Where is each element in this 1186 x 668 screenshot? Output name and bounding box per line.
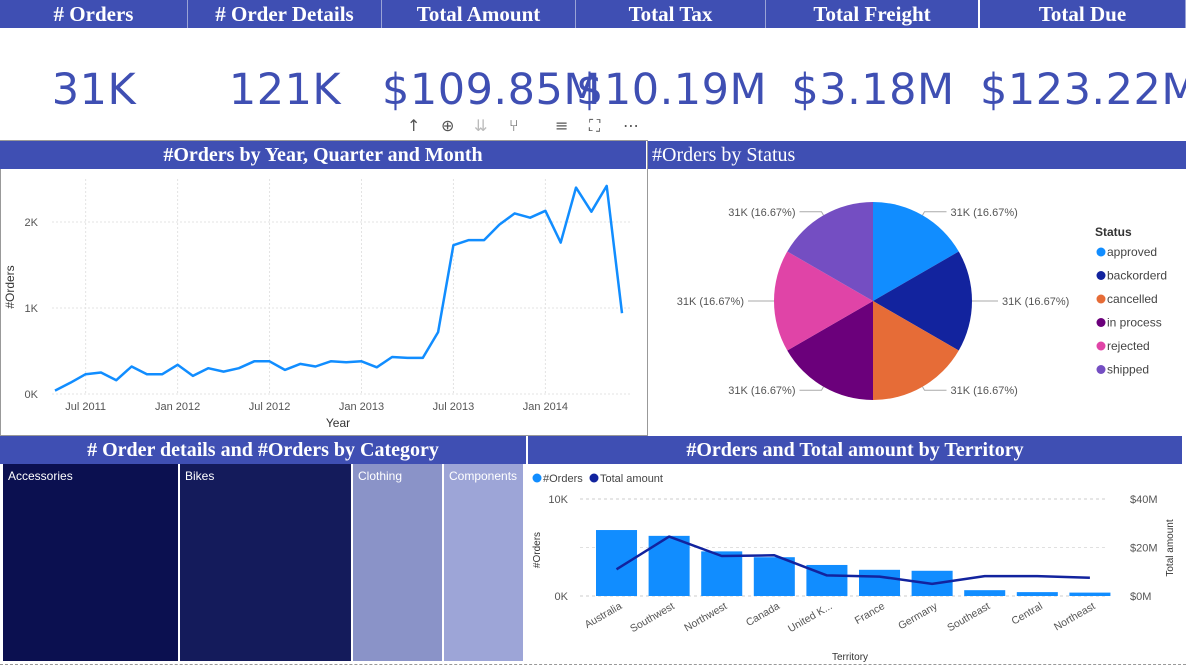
y-tick-label: 10K [548,494,568,506]
more-options-icon[interactable]: ⋯ [623,116,639,135]
pie-leader-line [799,386,824,391]
treemap-title: # Order details and #Orders by Category [0,436,526,464]
legend-marker-total-amount [589,473,599,483]
y2-tick-label: $20M [1130,543,1158,555]
kpi-value-order-details: 121K [228,65,342,115]
pie-leader-line [799,211,824,216]
bar-5 [859,569,901,596]
x-tick-label: Central [1009,600,1044,627]
y2-tick-label: $0M [1130,591,1151,603]
x-tick-label: Germany [896,600,940,632]
x-axis-title: Territory [832,652,868,663]
filter-icon[interactable]: ≡ [555,116,568,135]
pie-leader-line [922,211,947,216]
focus-mode-icon[interactable]: ⛶ [589,116,600,136]
pie-legend-label: in process [1107,316,1162,330]
bar-7 [964,590,1006,596]
kpi-value-total-freight: $3.18M [791,65,955,115]
pie-data-label: 31K (16.67%) [677,296,744,308]
pie-data-label: 31K (16.67%) [951,207,1018,219]
x-axis-title: Year [326,416,350,430]
combo-chart: #Orders Total amount 0K 10K $0M $20M $40M #Orde… [532,473,1176,663]
pie-legend-label: cancelled [1107,292,1158,306]
x-tick-label: Southwest [628,600,677,635]
x-tick-label: France [853,600,887,627]
drill-down-icon[interactable]: ⊕ [441,116,454,135]
pie-legend-label: approved [1107,245,1157,259]
y-tick-label: 2K [25,217,39,229]
orders-series-line [54,184,624,392]
kpi-label-total-freight: Total Freight [766,0,980,28]
pie-chart-title: #Orders by Status [648,141,1186,169]
pie-legend-marker [1096,318,1106,327]
pie-data-label: 31K (16.67%) [728,385,795,397]
pie-legend-marker [1096,341,1106,351]
pie-legend-marker [1096,271,1106,280]
pie-legend-marker [1096,247,1106,257]
pie-legend-marker [1096,365,1106,374]
x-tick-label: Jan 2013 [339,401,384,413]
treemap-tile-clothing[interactable]: Clothing [353,464,442,661]
pie-legend-marker [1096,294,1106,304]
x-tick-label: Southeast [945,600,992,634]
kpi-label-total-due: Total Due [980,0,1186,28]
pie-leader-line [922,386,947,391]
expand-down-icon[interactable]: ⇊ [474,116,487,135]
x-tick-label: Canada [744,600,782,629]
pie-data-label: 31K (16.67%) [951,385,1018,397]
kpi-value-total-amount: $109.85M [382,65,601,115]
kpi-value-total-tax: $10.19M [576,65,768,115]
y2-tick-label: $40M [1130,494,1158,506]
x-tick-label: Australia [583,600,625,631]
x-tick-label: Jan 2014 [523,401,568,413]
treemap-tile-accessories[interactable]: Accessories [3,464,178,661]
pie-legend-label: shipped [1107,363,1149,377]
line-chart-title: #Orders by Year, Quarter and Month [0,141,646,169]
legend-marker-orders [532,473,542,483]
y-tick-label: 0K [555,591,569,603]
y2-axis-title: Total amount [1165,519,1176,576]
kpi-label-orders: # Orders [0,0,188,28]
page-border [0,664,1186,665]
kpi-label-total-tax: Total Tax [576,0,766,28]
pie-legend-label: rejected [1107,339,1150,353]
kpi-label-total-amount: Total Amount [382,0,576,28]
pie-legend-title: Status [1095,225,1132,239]
line-chart: 0K 1K 2K Jul 2011 Jan 2012 Jul 2012 Jan 2013 Ju… [3,179,632,430]
arrow-up-icon[interactable]: ↑ [407,116,420,135]
legend-label-total-amount: Total amount [600,473,663,485]
bar-9 [1069,592,1111,596]
x-tick-label: Jan 2012 [155,401,200,413]
pie-chart: 31K (16.67%) 31K (16.67%) 31K (16.67%) 31K … [677,202,1167,400]
y-axis-title: #Orders [3,265,17,308]
legend-label-orders: #Orders [543,473,583,485]
combo-chart-title: #Orders and Total amount by Territory [528,436,1182,464]
bar-8 [1016,592,1058,596]
bar-3 [753,557,795,596]
y-axis-title: #Orders [532,532,543,568]
pie-data-label: 31K (16.67%) [728,207,795,219]
fork-icon[interactable]: ⑂ [509,116,519,135]
x-tick-label: Northeast [1052,600,1097,633]
kpi-value-total-due: $123.22M [980,65,1186,115]
x-tick-label: Jul 2011 [65,401,106,413]
kpi-value-orders: 31K [51,65,137,115]
x-tick-label: United K... [786,600,834,635]
bar-0 [596,530,638,596]
bar-2 [701,551,743,596]
pie-legend-label: backorderd [1107,269,1167,283]
kpi-label-order-details: # Order Details [188,0,382,28]
treemap-tile-bikes[interactable]: Bikes [180,464,351,661]
y-tick-label: 1K [25,303,39,315]
pie-data-label: 31K (16.67%) [1002,296,1069,308]
x-tick-label: Jul 2013 [433,401,475,413]
x-tick-label: Northwest [682,600,729,634]
treemap-tile-components[interactable]: Components [444,464,523,661]
y-tick-label: 0K [25,389,39,401]
x-tick-label: Jul 2012 [249,401,291,413]
